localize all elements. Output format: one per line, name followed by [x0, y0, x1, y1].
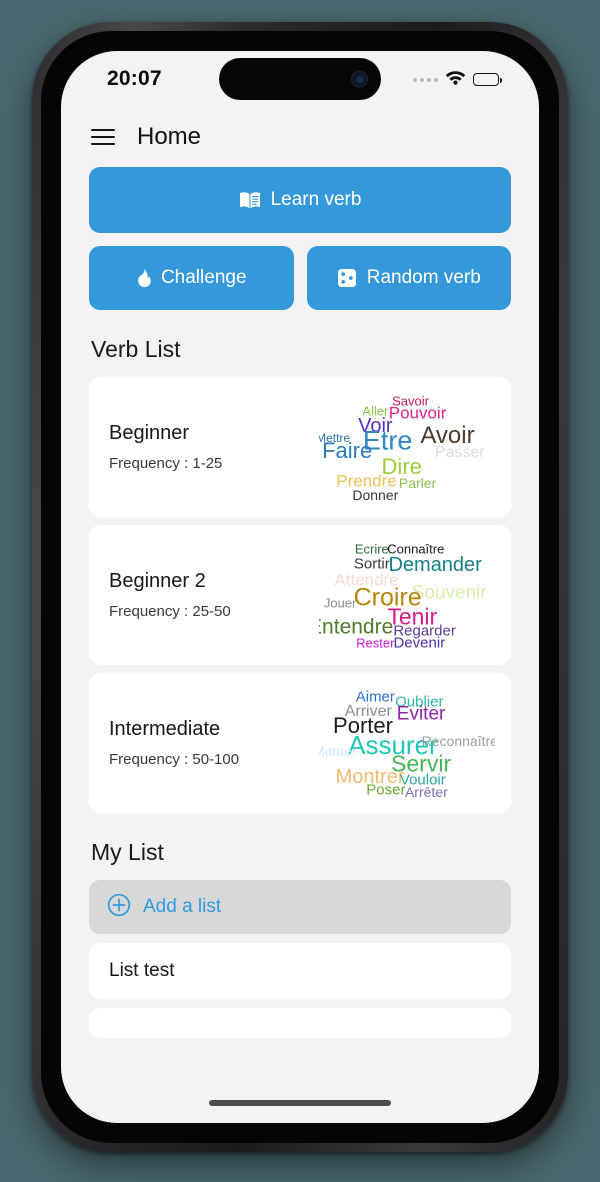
verb-word-cloud: Savoir Aller Pouvoir Voir Mettre Etre Avoir Fai…	[319, 391, 495, 503]
status-bar: 20:07	[61, 51, 539, 109]
challenge-label: Challenge	[160, 267, 247, 288]
learn-verb-label: Learn verb	[270, 189, 362, 210]
word-cloud-word: Pouvoir	[388, 403, 447, 423]
word-cloud-word: Sortir	[353, 555, 390, 573]
random-verb-label: Random verb	[366, 267, 481, 288]
verb-list-heading: Verb List	[91, 336, 181, 362]
verb-card-text: Beginner 2 Frequency : 25-50	[109, 570, 319, 620]
verb-card-subtitle: Frequency : 1-25	[109, 455, 223, 472]
verb-card-title: Beginner	[109, 422, 190, 444]
my-list-items: List test	[89, 943, 511, 999]
signal-dots-icon	[413, 77, 438, 82]
word-cloud-word: Reconnaître	[421, 732, 495, 749]
word-cloud-word: Devenir	[393, 634, 446, 651]
verb-word-cloud: Aimer Oublier Arriver Eviter Porter Assurer Re…	[319, 687, 495, 799]
add-a-list-label: Add a list	[143, 896, 222, 917]
list-item-partial[interactable]	[89, 1008, 511, 1038]
status-indicators	[413, 69, 502, 90]
my-list-heading: My List	[91, 839, 164, 865]
main-content: Learn verb Challenge Random verb Verb Li…	[61, 167, 539, 1038]
word-cloud-word: Arrêter	[404, 784, 448, 799]
phone-bezel: 20:07 Home Learn verb Challenge Random v…	[41, 31, 559, 1143]
word-cloud-word: Passer	[434, 443, 485, 461]
verb-card-list: Beginner Frequency : 1-25 Savoir Aller Pouvo…	[89, 377, 511, 813]
phone-screen: 20:07 Home Learn verb Challenge Random v…	[61, 51, 539, 1123]
verb-card[interactable]: Beginner 2 Frequency : 25-50 Ecrire Connaît…	[89, 525, 511, 665]
hamburger-menu-icon[interactable]	[91, 129, 115, 145]
add-a-list-button[interactable]: Add a list	[89, 880, 511, 934]
verb-word-cloud: Ecrire Connaître Sortir Demander Attendre Sou…	[319, 539, 495, 651]
front-camera-icon	[351, 70, 368, 88]
verb-card-title: Beginner 2	[109, 570, 206, 592]
word-cloud-word: Parler	[398, 474, 437, 491]
word-cloud-word: Ecrire	[354, 541, 389, 557]
word-cloud-word: Donner	[352, 487, 399, 503]
verb-card[interactable]: Intermediate Frequency : 50-100 Aimer Oubli…	[89, 673, 511, 813]
flame-icon	[136, 268, 151, 288]
word-cloud-word: Monter	[319, 742, 357, 759]
word-cloud-word: Poser	[366, 781, 406, 799]
word-cloud-word: Demander	[388, 553, 482, 576]
word-cloud-word: Rester	[356, 635, 395, 651]
battery-full-icon	[473, 73, 502, 86]
challenge-button[interactable]: Challenge	[89, 246, 294, 310]
random-verb-button[interactable]: Random verb	[306, 246, 511, 310]
book-icon	[239, 191, 261, 210]
word-cloud-word: Eviter	[396, 703, 446, 725]
verb-card-title: Intermediate	[109, 718, 221, 740]
verb-card-text: Beginner Frequency : 1-25	[109, 422, 319, 472]
dynamic-island	[219, 58, 381, 100]
phone-frame: 20:07 Home Learn verb Challenge Random v…	[32, 22, 568, 1152]
my-list-item[interactable]: List test	[89, 943, 511, 999]
plus-circle-icon	[107, 893, 131, 922]
verb-card-subtitle: Frequency : 25-50	[109, 603, 231, 620]
verb-card-text: Intermediate Frequency : 50-100	[109, 718, 319, 768]
verb-card-subtitle: Frequency : 50-100	[109, 751, 240, 768]
learn-verb-button[interactable]: Learn verb	[89, 167, 511, 233]
word-cloud-word: Souvenir	[411, 582, 487, 604]
dice-icon	[337, 268, 357, 288]
status-time: 20:07	[107, 67, 162, 90]
nav-bar: Home	[61, 109, 539, 167]
page-title: Home	[137, 123, 202, 150]
word-cloud-word: Jouer	[323, 595, 357, 611]
word-cloud-word: Faire	[322, 438, 373, 464]
home-indicator[interactable]	[209, 1100, 391, 1106]
action-row: Challenge Random verb	[89, 246, 511, 310]
wifi-icon	[445, 69, 466, 90]
verb-card[interactable]: Beginner Frequency : 1-25 Savoir Aller Pouvo…	[89, 377, 511, 517]
